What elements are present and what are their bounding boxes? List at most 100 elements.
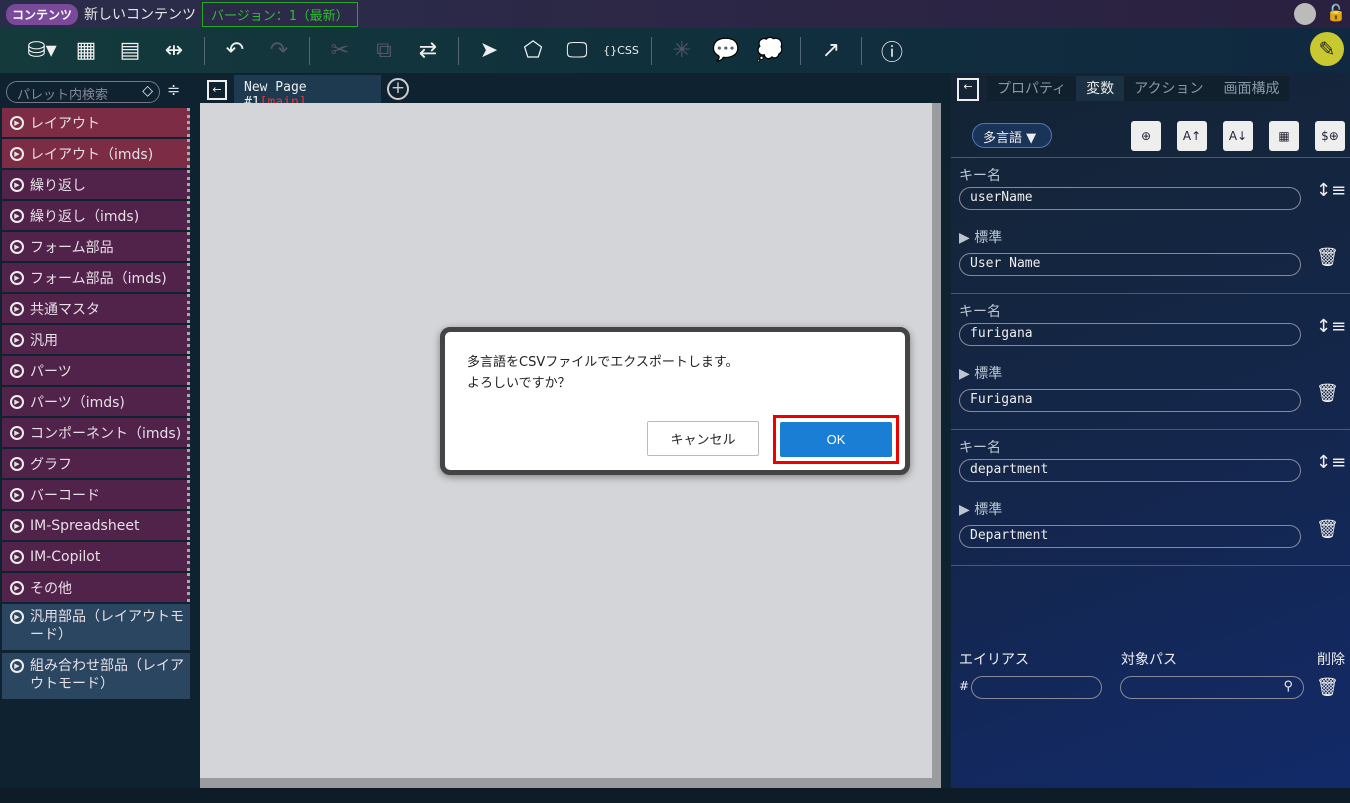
vertical-scrollbar[interactable] [932,103,941,778]
cut-icon[interactable]: ✂ [318,31,362,71]
palette-category-label: IM-Spreadsheet [30,517,140,534]
target-path-input[interactable]: ⚲ [1120,676,1304,699]
tab-variables[interactable]: 変数 [1076,76,1125,101]
language-dropdown[interactable]: 多言語 ▼ [972,123,1052,148]
play-icon: ▶ [10,518,24,533]
key-name-input[interactable]: department [959,459,1301,482]
palette-category[interactable]: ▶ 繰り返し（imds) [2,201,190,230]
collapse-icon[interactable]: ≑ [167,80,180,99]
lock-icon[interactable]: 🔓 [1326,3,1346,25]
palette-group[interactable]: ▶ 組み合わせ部品（レイアウトモード） [2,653,190,699]
trash-icon[interactable]: 🗑 [1316,383,1339,404]
right-panel: ← プロパティ 変数 アクション 画面構成 多言語 ▼ ⊕ A↑ A↓ ▦ $⊕… [951,73,1350,803]
trash-icon[interactable]: 🗑 [1316,677,1339,698]
undo-icon[interactable]: ↶ [213,31,257,71]
search-icon[interactable]: ⚲ [1283,679,1293,694]
status-bar [0,788,1350,803]
play-icon: ▶ [10,580,24,595]
play-icon: ▶ [10,363,24,378]
standard-label[interactable]: ▶ 標準 [959,227,1002,247]
palette-category[interactable]: ▶ バーコード [2,480,190,509]
standard-value-input[interactable]: User Name [959,253,1301,276]
standard-label-text: 標準 [974,230,1003,246]
layout-icon[interactable]: ▦ [64,31,108,71]
add-dollar-icon[interactable]: $⊕ [1315,121,1345,151]
palette-category[interactable]: ▶ 繰り返し [2,170,190,199]
standard-label[interactable]: ▶ 標準 [959,499,1002,519]
standard-value-input[interactable]: Furigana [959,389,1301,412]
palette-category[interactable]: ▶ IM-Copilot [2,542,190,571]
trash-icon[interactable]: 🗑 [1316,247,1339,268]
play-icon: ▶ [10,115,24,130]
export-language-icon[interactable]: A↓ [1223,121,1253,151]
key-name-label: キー名 [959,440,1001,456]
palette-category[interactable]: ▶ その他 [2,573,190,602]
key-name-input[interactable]: userName [959,187,1301,210]
palette-category-label: 繰り返し [30,177,86,194]
eraser-icon[interactable]: ◇ [142,83,153,99]
copy-icon[interactable]: ⧉ [362,31,406,71]
palette-category[interactable]: ▶ IM-Spreadsheet [2,511,190,540]
standard-value-input[interactable]: Department [959,525,1301,548]
tab-new-page[interactable]: New Page #1[main] [234,75,381,110]
palette-category[interactable]: ▶ フォーム部品（imds) [2,263,190,292]
sort-list-icon[interactable]: ↕≡ [1316,180,1346,201]
resize-icon[interactable]: ⇹ [152,31,196,71]
comment-settings-icon[interactable]: 💭 [748,31,792,71]
ok-button[interactable]: OK [780,422,892,457]
tab-screen-structure[interactable]: 画面構成 [1213,76,1290,101]
horizontal-scrollbar[interactable] [200,778,941,788]
palette-category[interactable]: ▶ コンポーネント（imds) [2,418,190,447]
palette-search-input[interactable]: パレット内検索 ◇ [6,81,160,103]
import-language-icon[interactable]: A↑ [1177,121,1207,151]
palette-category[interactable]: ▶ 汎用 [2,325,190,354]
select-pointer-icon[interactable]: ➤ [467,31,511,71]
select-area-icon[interactable]: ⬠ [511,31,555,71]
toggle-right-panel-icon[interactable]: ← [957,78,979,101]
avatar[interactable] [1294,3,1316,25]
css-icon[interactable]: {}CSS [599,31,643,71]
key-name-input[interactable]: furigana [959,323,1301,346]
play-icon: ▶ [10,332,24,347]
palette-category-label: レイアウト（imds) [30,146,154,163]
standard-label[interactable]: ▶ 標準 [959,363,1002,383]
table-icon[interactable]: ▦ [1269,121,1299,151]
tab-actions[interactable]: アクション [1124,76,1214,101]
play-icon: ▶ [10,301,24,316]
palette-category-label: 繰り返し（imds) [30,208,140,225]
cancel-button[interactable]: キャンセル [647,421,759,456]
loading-icon[interactable]: ✳ [660,31,704,71]
palette-category-label: フォーム部品（imds) [30,270,167,287]
alias-input[interactable] [971,676,1102,699]
palette-category[interactable]: ▶ レイアウト [2,108,190,137]
sort-list-icon[interactable]: ↕≡ [1316,452,1346,473]
palette-category[interactable]: ▶ パーツ [2,356,190,385]
table-export-icon[interactable]: ▤ [108,31,152,71]
toggle-palette-icon[interactable]: ← [207,80,227,100]
palette-category[interactable]: ▶ レイアウト（imds) [2,139,190,168]
add-tab-icon[interactable]: + [387,78,409,100]
help-icon[interactable]: ⓘ [870,31,914,71]
edit-pencil-icon[interactable]: ✎ [1310,32,1344,66]
palette-category[interactable]: ▶ フォーム部品 [2,232,190,261]
confirm-dialog: 多言語をCSVファイルでエクスポートします。 よろしいですか？ キャンセル OK [440,327,910,475]
add-variable-icon[interactable]: ⊕ [1131,121,1161,151]
ok-highlight: OK [773,415,899,464]
paste-icon[interactable]: ⇄ [406,31,450,71]
search-placeholder: パレット内検索 [17,88,109,103]
palette-category[interactable]: ▶ パーツ（imds) [2,387,190,416]
tab-properties[interactable]: プロパティ [987,76,1077,101]
redo-icon[interactable]: ↷ [257,31,301,71]
palette-category[interactable]: ▶ 共通マスタ [2,294,190,323]
sort-list-icon[interactable]: ↕≡ [1316,316,1346,337]
external-link-icon[interactable]: ↗ [809,31,853,71]
palette-category[interactable]: ▶ グラフ [2,449,190,478]
palette-group[interactable]: ▶ 汎用部品（レイアウトモード） [2,604,190,650]
database-icon[interactable]: ⛁▾ [20,31,64,71]
comment-icon[interactable]: 💬 [704,31,748,71]
preview-icon[interactable]: 🖵 [555,31,599,71]
play-icon: ▶ [959,366,970,382]
trash-icon[interactable]: 🗑 [1316,519,1339,540]
play-icon: ▶ [10,549,24,564]
title-bar: コンテンツ 新しいコンテンツ バージョン：1（最新） 🔓 [0,0,1350,28]
